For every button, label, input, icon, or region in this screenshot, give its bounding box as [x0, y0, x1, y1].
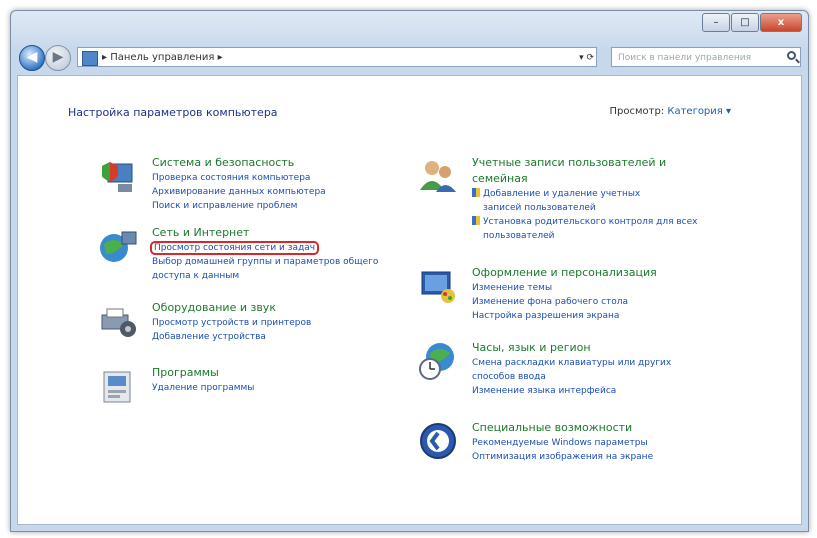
category-link[interactable]: Смена раскладки клавиатуры или других	[472, 357, 671, 370]
category-link[interactable]: Проверка состояния компьютера	[152, 172, 326, 185]
category-link[interactable]: Установка родительского контроля для все…	[483, 217, 698, 227]
category-link[interactable]: записей пользователей	[472, 202, 698, 215]
close-button[interactable]: x	[760, 13, 802, 32]
category-link[interactable]: Поиск и исправление проблем	[152, 200, 326, 213]
globe-clock-icon	[419, 343, 454, 380]
category-link[interactable]: Добавление устройства	[152, 331, 311, 344]
view-by-label: Просмотр:	[609, 106, 665, 117]
category-title[interactable]: Система и безопасность	[152, 156, 294, 169]
search-placeholder: Поиск в панели управления	[618, 53, 751, 63]
category-link[interactable]: Рекомендуемые Windows параметры	[472, 437, 653, 450]
uac-shield-icon	[472, 188, 480, 197]
category-title[interactable]: Оборудование и звук	[152, 301, 276, 314]
programs-icon	[103, 371, 131, 403]
category-link[interactable]: Оптимизация изображения на экране	[472, 451, 653, 464]
address-path[interactable]: ▸ Панель управления ▸	[102, 52, 223, 63]
globe-network-icon	[100, 231, 137, 262]
navigation-bar: ◀ ▶ ▸ Панель управления ▸ ▾ ⟳ Поиск в па…	[15, 43, 804, 73]
printer-speaker-icon	[101, 308, 136, 337]
category-link[interactable]: Выбор домашней группы и параметров общег…	[152, 256, 378, 269]
category-title[interactable]: Специальные возможности	[472, 421, 632, 434]
category-link[interactable]: Добавление и удаление учетных	[483, 189, 640, 199]
title-bar[interactable]: – □ x	[11, 11, 808, 39]
category-link[interactable]: Настройка разрешения экрана	[472, 310, 628, 323]
address-controls[interactable]: ▾ ⟳	[579, 48, 594, 68]
control-panel-window: – □ x ◀ ▶ ▸ Панель управления ▸ ▾ ⟳ Поис…	[10, 10, 809, 532]
main-content: Настройка параметров компьютера Просмотр…	[17, 75, 802, 525]
ease-of-access-icon	[420, 423, 456, 459]
category-link[interactable]: Удаление программы	[152, 382, 254, 395]
window-controls: – □ x	[701, 13, 802, 32]
category-link-highlighted[interactable]: Просмотр состояния сети и задач	[149, 241, 320, 255]
category-link[interactable]: доступа к данным	[152, 270, 378, 283]
maximize-button[interactable]: □	[731, 13, 759, 32]
view-by: Просмотр: Категория ▾	[609, 106, 731, 117]
minimize-button[interactable]: –	[702, 13, 730, 32]
category-link[interactable]: способов ввода	[472, 371, 671, 384]
category-link[interactable]: Изменение темы	[472, 282, 628, 295]
category-title[interactable]: Оформление и персонализация	[472, 266, 657, 279]
uac-shield-icon	[472, 216, 480, 225]
category-title[interactable]: Программы	[152, 366, 219, 379]
category-title[interactable]: Часы, язык и регион	[472, 341, 591, 354]
view-by-dropdown[interactable]: Категория ▾	[667, 106, 731, 117]
category-link[interactable]: пользователей	[472, 230, 698, 243]
category-link[interactable]: Архивирование данных компьютера	[152, 186, 326, 199]
category-link[interactable]: Просмотр устройств и принтеров	[152, 317, 311, 330]
users-icon	[420, 161, 456, 192]
category-title-continued[interactable]: семейная	[472, 172, 698, 185]
category-link[interactable]: Изменение фона рабочего стола	[472, 296, 628, 309]
control-panel-icon	[82, 51, 98, 66]
forward-button[interactable]: ▶	[45, 45, 71, 71]
page-title: Настройка параметров компьютера	[68, 106, 278, 119]
appearance-icon	[421, 271, 455, 303]
search-input[interactable]: Поиск в панели управления	[611, 47, 801, 67]
shield-computer-icon	[102, 162, 133, 192]
category-link[interactable]: Изменение языка интерфейса	[472, 385, 671, 398]
category-title[interactable]: Учетные записи пользователей и	[472, 156, 666, 169]
category-title[interactable]: Сеть и Интернет	[152, 226, 249, 239]
address-bar[interactable]: ▸ Панель управления ▸ ▾ ⟳	[77, 47, 597, 67]
back-button[interactable]: ◀	[19, 45, 45, 71]
search-icon[interactable]	[787, 51, 796, 60]
